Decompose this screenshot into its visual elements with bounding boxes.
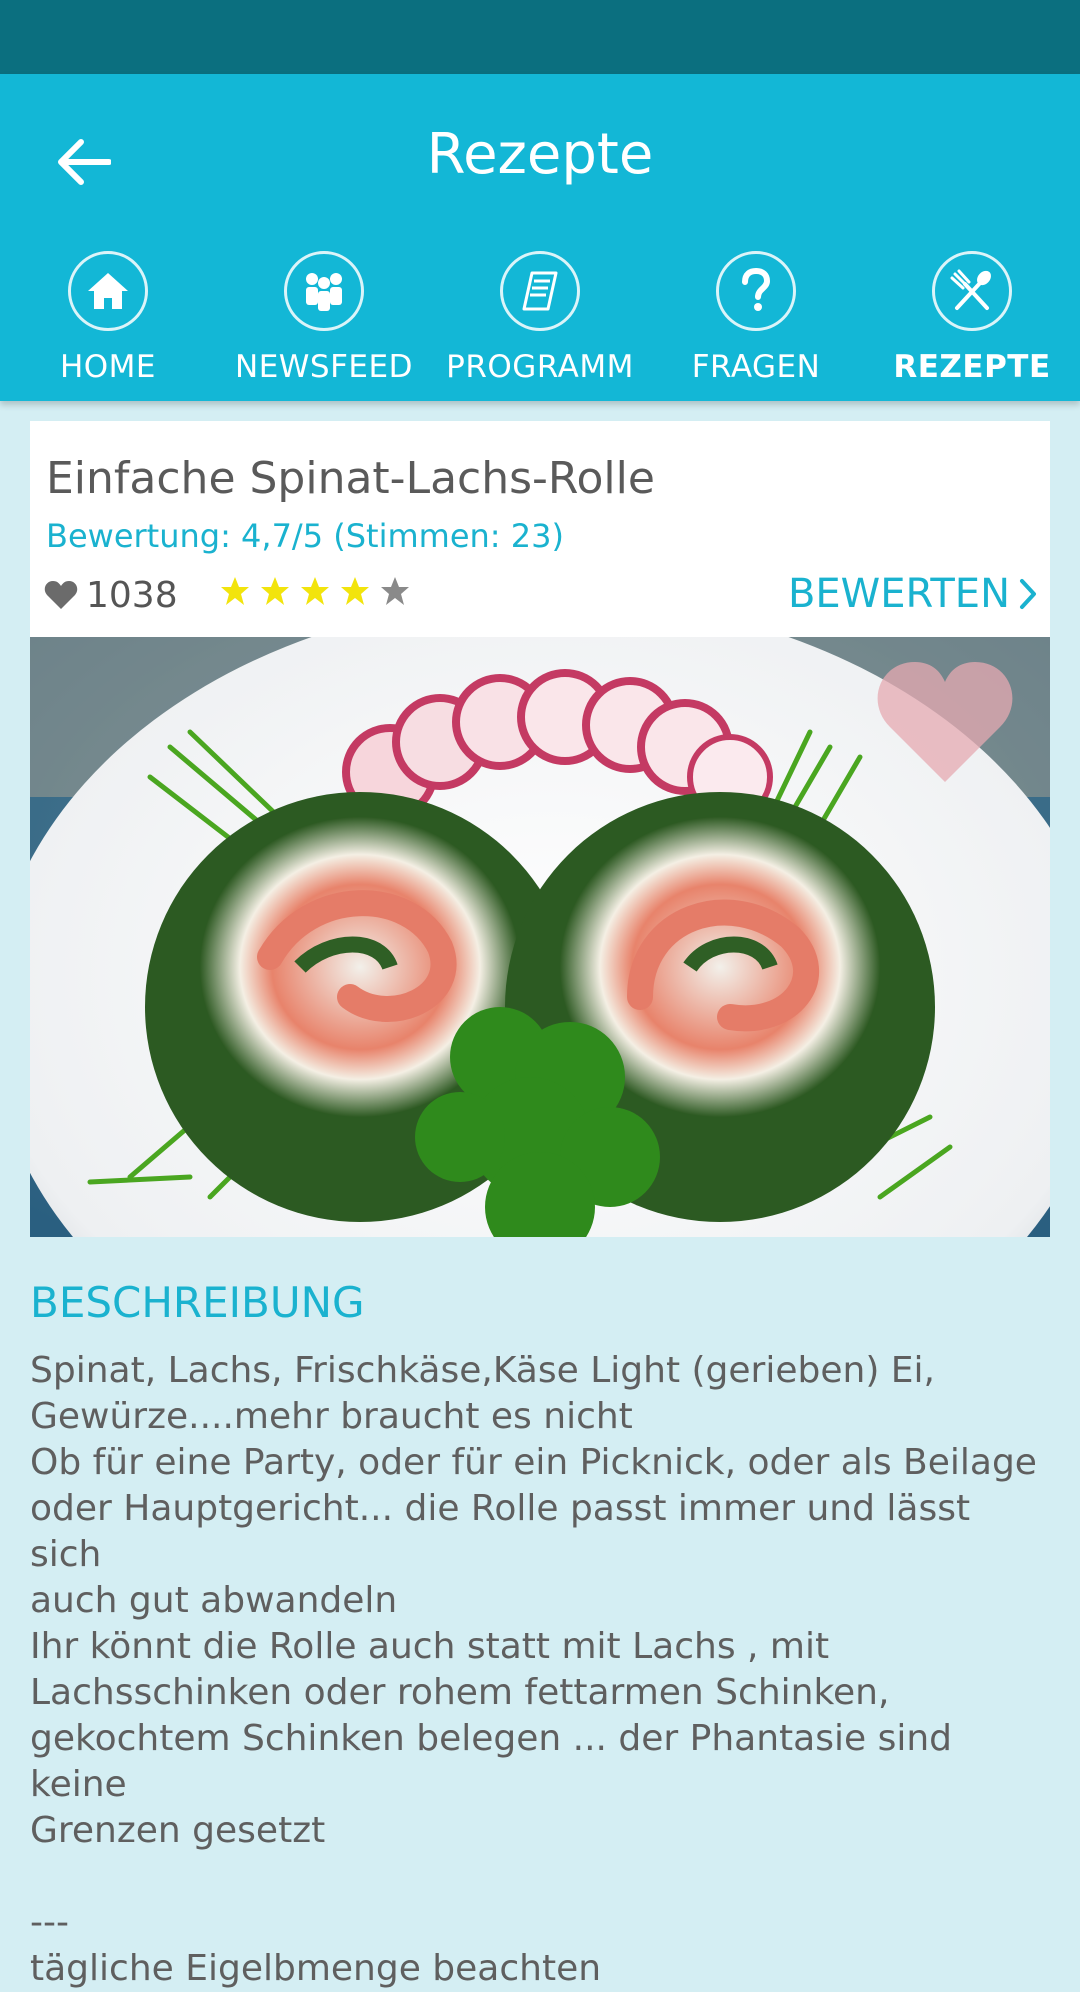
tab-label: NEWSFEED <box>235 349 413 385</box>
tab-programm[interactable]: PROGRAMM <box>432 249 648 399</box>
star-rating <box>220 576 410 606</box>
star-icon <box>261 577 289 605</box>
rate-button[interactable]: BEWERTEN <box>788 569 1038 619</box>
likes-counter: 1038 <box>44 571 178 619</box>
star-icon <box>221 577 249 605</box>
rating-summary: Bewertung: 4,7/5 (Stimmen: 23) <box>46 517 564 555</box>
heart-icon <box>44 581 78 609</box>
chevron-right-icon <box>1020 579 1036 609</box>
star-icon <box>381 577 409 605</box>
description-text: Spinat, Lachs, Frischkäse,Käse Light (ge… <box>30 1350 1037 1989</box>
description-heading: BESCHREIBUNG <box>30 1278 365 1327</box>
tab-bar: HOME NEWSFEED PROGRAMM FRAGEN REZEPTE <box>0 249 1080 399</box>
document-icon <box>500 251 580 331</box>
home-icon <box>68 251 148 331</box>
recipe-title: Einfache Spinat-Lachs-Rolle <box>46 453 655 504</box>
people-icon <box>284 251 364 331</box>
star-icon <box>341 577 369 605</box>
app-bar: Rezepte HOME NEWSFEED PROGRAMM FRAGEN RE… <box>0 74 1080 401</box>
tab-fragen[interactable]: FRAGEN <box>648 249 864 399</box>
star-icon <box>301 577 329 605</box>
page-title: Rezepte <box>426 122 654 187</box>
tab-label: HOME <box>59 349 157 385</box>
question-icon <box>716 251 796 331</box>
tab-label: REZEPTE <box>893 349 1051 385</box>
rate-button-label: BEWERTEN <box>787 571 1010 617</box>
recipe-photo <box>30 637 1050 1237</box>
status-bar <box>0 0 1080 74</box>
cutlery-icon <box>932 251 1012 331</box>
likes-count: 1038 <box>86 574 178 616</box>
tab-label: PROGRAMM <box>446 349 634 385</box>
recipe-header-card: Einfache Spinat-Lachs-Rolle Bewertung: 4… <box>30 421 1050 637</box>
tab-label: FRAGEN <box>691 349 821 385</box>
tab-home[interactable]: HOME <box>0 249 216 399</box>
tab-newsfeed[interactable]: NEWSFEED <box>216 249 432 399</box>
tab-rezepte[interactable]: REZEPTE <box>864 249 1080 399</box>
